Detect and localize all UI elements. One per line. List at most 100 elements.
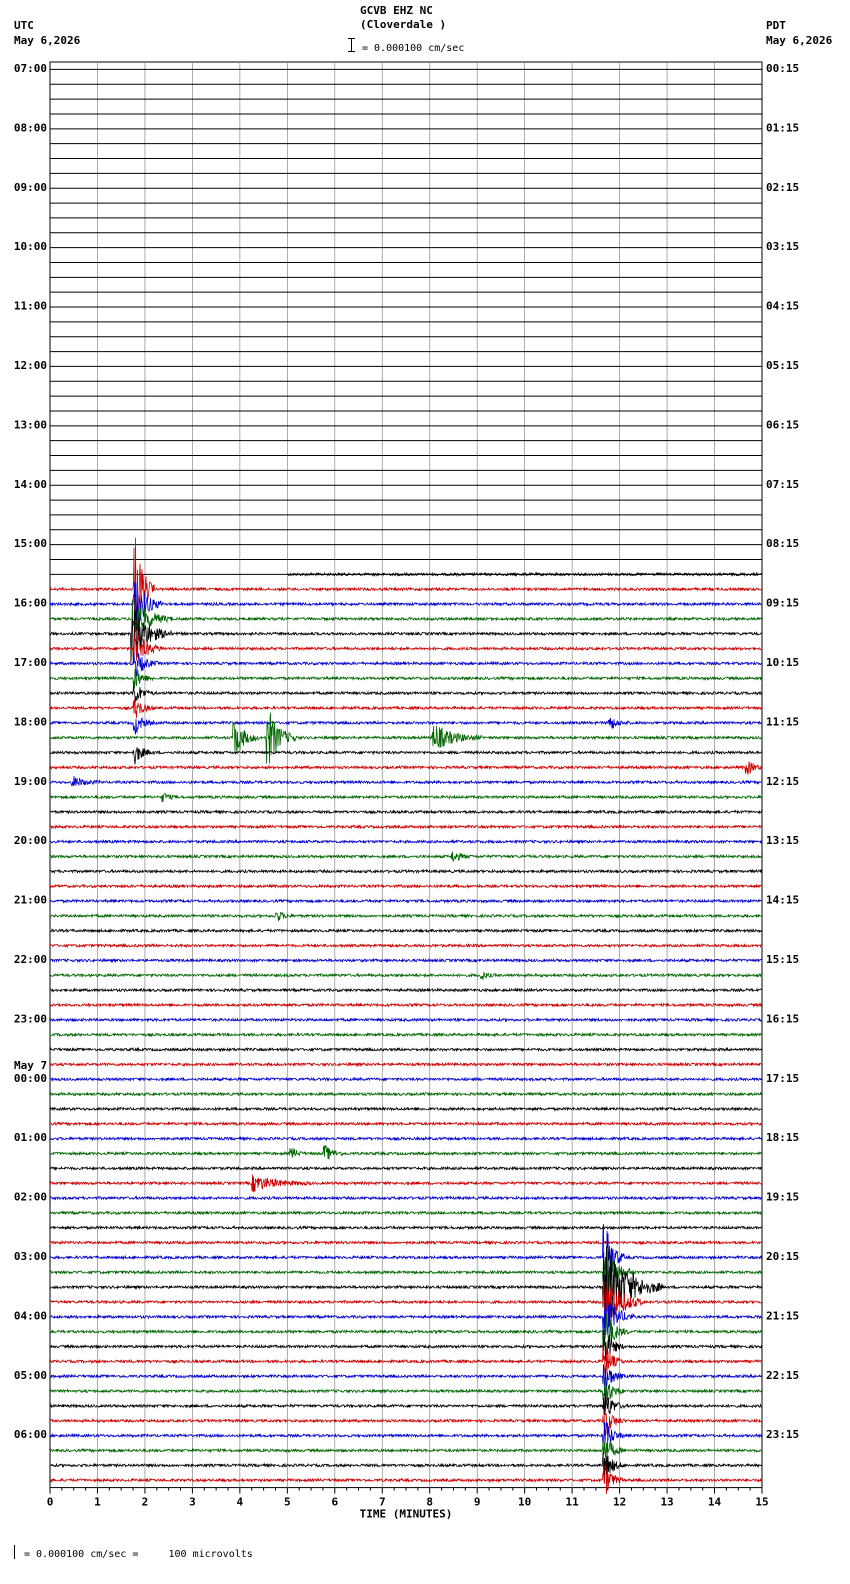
x-tick-label: 9 [474,1496,481,1509]
x-tick-label: 10 [518,1496,531,1509]
utc-hour-label: 10:00 [14,240,47,253]
trace-row [49,971,763,980]
trace-row [49,838,763,845]
pdt-hour-label: 03:15 [766,240,799,253]
utc-hour-label: 11:00 [14,300,47,313]
trace-row [49,1239,763,1246]
utc-hour-label: 04:00 [14,1309,47,1322]
footer-scale-text: = 0.000100 cm/sec = 100 microvolts [24,1549,253,1560]
pdt-hour-label: 05:15 [766,359,799,372]
pdt-hour-label: 23:15 [766,1428,799,1441]
utc-hour-label: 20:00 [14,834,47,847]
trace-row [50,1364,763,1393]
utc-hour-label: 09:00 [14,181,47,194]
footer-scale-icon [14,1545,15,1559]
trace-row [49,1002,763,1008]
trace-row [49,1046,763,1053]
utc-hour-label: 16:00 [14,597,47,610]
trace-row [50,912,763,922]
x-tick-label: 6 [331,1496,338,1509]
utc-hour-label: 23:00 [14,1012,47,1025]
trace-row [49,1451,763,1481]
trace-row [49,823,763,830]
trace-row [49,716,763,735]
x-tick-label: 15 [755,1496,768,1509]
x-tick-label: 4 [237,1496,244,1509]
utc-hour-label: 00:00 [14,1072,47,1085]
trace-row [49,1210,763,1216]
trace-row [49,1017,763,1023]
trace-row [49,927,763,934]
x-tick-label: 14 [708,1496,722,1509]
utc-date-label: May 7 [14,1059,47,1072]
pdt-hour-label: 15:15 [766,953,799,966]
x-tick-label: 3 [189,1496,196,1509]
pdt-hour-label: 07:15 [766,478,799,491]
pdt-hour-label: 13:15 [766,834,799,847]
trace-row [49,1120,763,1127]
trace-row [49,1091,763,1097]
utc-hour-label: 15:00 [14,537,47,550]
x-tick-label: 0 [47,1496,54,1509]
trace-row [49,653,763,677]
pdt-hour-label: 21:15 [766,1309,799,1322]
x-tick-label: 13 [660,1496,673,1509]
trace-row [49,1061,763,1068]
trace-row [49,747,763,765]
utc-hour-label: 01:00 [14,1131,47,1144]
trace-row [49,987,763,993]
x-tick-label: 2 [142,1496,149,1509]
pdt-hour-label: 09:15 [766,597,799,610]
utc-hour-label: 07:00 [14,62,47,75]
x-tick-label: 5 [284,1496,291,1509]
pdt-hour-label: 06:15 [766,418,799,431]
trace-row [49,699,763,719]
x-tick-label: 1 [94,1496,101,1509]
pdt-hour-label: 19:15 [766,1191,799,1204]
x-axis-title: TIME (MINUTES) [360,1508,453,1521]
trace-row [49,898,763,904]
pdt-hour-label: 17:15 [766,1072,799,1085]
utc-hour-label: 19:00 [14,775,47,788]
pdt-hour-label: 02:15 [766,181,799,194]
trace-row [49,1145,763,1160]
trace-row [49,1076,762,1083]
utc-hour-label: 13:00 [14,418,47,431]
trace-row [50,1273,763,1332]
utc-hour-label: 22:00 [14,953,47,966]
trace-row [49,669,763,689]
utc-hour-label: 02:00 [14,1191,47,1204]
utc-hour-label: 08:00 [14,121,47,134]
trace-row [49,1031,763,1038]
trace-row [49,942,763,949]
trace-row [49,1344,763,1377]
trace-row [49,1391,763,1415]
plot-frame [49,61,763,1489]
trace-row [49,1106,762,1112]
pdt-hour-label: 08:15 [766,537,799,550]
trace-row [49,957,763,964]
trace-row [49,868,763,875]
utc-hour-label: 03:00 [14,1250,47,1263]
trace-row [49,537,763,642]
trace-row [49,1298,763,1336]
seismogram-plot: 07:00 08:00 09:00 10:00 11:00 12:00 13:00 14:00… [14,61,799,1521]
utc-hour-label: 14:00 [14,478,47,491]
trace-row [49,1408,763,1435]
trace-row [49,761,763,775]
trace-row [49,1224,763,1231]
pdt-hour-label: 11:15 [766,715,799,728]
trace-row [49,712,763,764]
trace-row [49,1253,763,1297]
utc-hour-label: 05:00 [14,1369,47,1382]
trace-row [49,1135,763,1142]
pdt-hour-label: 04:15 [766,300,799,313]
trace-row [49,1165,763,1172]
utc-hour-label: 06:00 [14,1428,47,1441]
pdt-hour-label: 12:15 [766,775,799,788]
trace-row [49,775,763,787]
pdt-hour-label: 10:15 [766,656,799,669]
x-tick-label: 12 [613,1496,626,1509]
x-tick-label: 11 [566,1496,580,1509]
trace-row [49,809,763,815]
